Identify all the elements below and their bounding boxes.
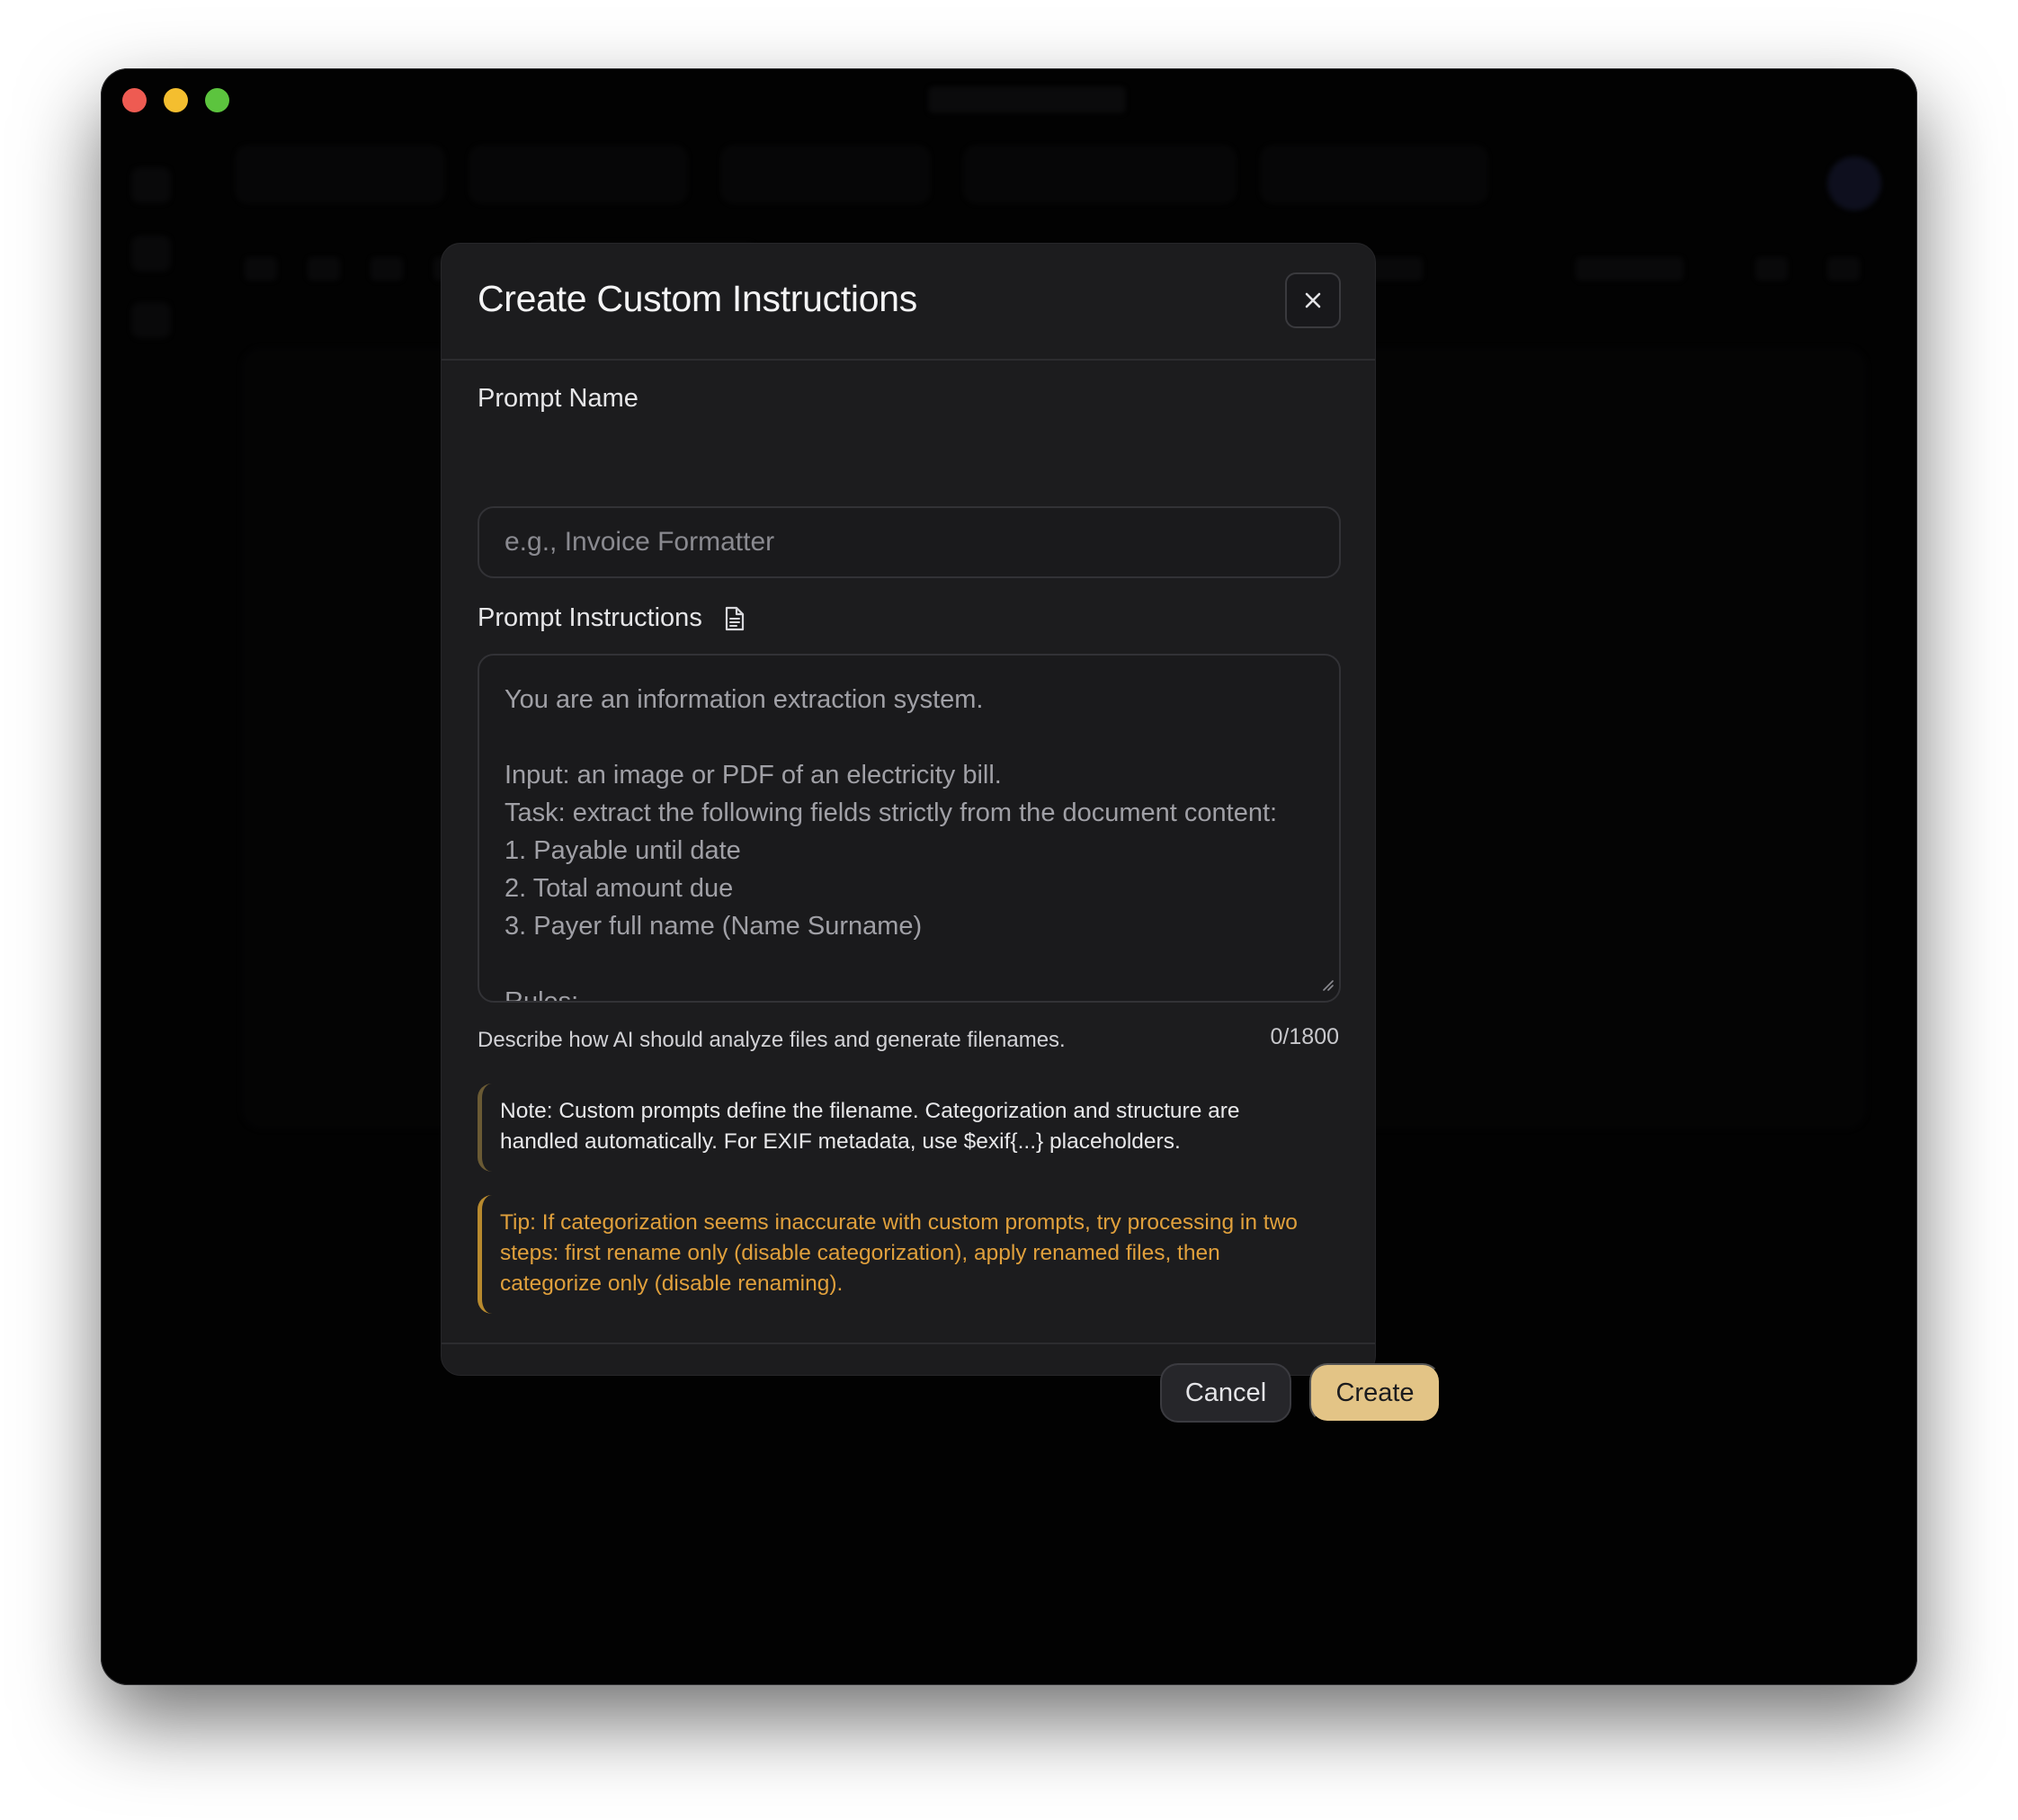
blurred-window-title — [928, 86, 1126, 113]
prompt-instructions-line: 2. Total amount due — [504, 874, 734, 903]
prompt-name-label: Prompt Name — [478, 384, 638, 414]
prompt-instructions-line: You are an information extraction system… — [504, 685, 984, 714]
blurred-toolbar-pill — [469, 146, 687, 203]
prompt-instructions-line: Rules: — [504, 987, 579, 1003]
resize-handle-icon[interactable] — [1321, 978, 1334, 995]
dialog-footer-divider — [442, 1343, 1375, 1344]
cancel-button[interactable]: Cancel — [1160, 1363, 1291, 1423]
create-button[interactable]: Create — [1309, 1363, 1441, 1423]
prompt-instructions-line — [504, 718, 1321, 756]
prompt-name-input[interactable] — [478, 506, 1341, 578]
close-icon — [1305, 292, 1321, 308]
blurred-toolbar-item — [1576, 257, 1683, 281]
blurred-sidebar-icon — [131, 236, 171, 272]
note-callout: Note: Custom prompts define the filename… — [478, 1084, 1341, 1172]
blurred-toolbar-icon — [1755, 257, 1788, 281]
prompt-instructions-label: Prompt Instructions — [478, 603, 746, 633]
prompt-instructions-line: 3. Payer full name (Name Surname) — [504, 912, 923, 941]
prompt-instructions-label-text: Prompt Instructions — [478, 603, 702, 632]
blurred-sidebar-icon — [131, 302, 171, 338]
create-custom-instructions-dialog: Create Custom Instructions Prompt Name P… — [441, 243, 1376, 1376]
blurred-toolbar-icon — [1827, 257, 1860, 281]
blurred-toolbar-pill — [236, 146, 444, 203]
prompt-instructions-textarea[interactable]: You are an information extraction system… — [478, 654, 1341, 1003]
blurred-toolbar-pill — [1261, 146, 1487, 203]
tip-callout: Tip: If categorization seems inaccurate … — [478, 1195, 1341, 1314]
blurred-toolbar-pill — [964, 146, 1236, 203]
blurred-toolbar-icon — [245, 257, 277, 281]
blurred-toolbar-icon — [308, 257, 340, 281]
dialog-header: Create Custom Instructions — [442, 244, 1375, 361]
blurred-sidebar-icon — [131, 167, 171, 203]
blurred-toolbar-pill — [721, 146, 930, 203]
prompt-helper-text: Describe how AI should analyze files and… — [478, 1028, 1066, 1052]
close-button[interactable] — [1285, 272, 1341, 328]
prompt-instructions-line: 1. Payable until date — [504, 836, 741, 865]
document-icon — [724, 606, 746, 631]
prompt-instructions-line — [504, 945, 1321, 983]
prompt-instructions-text: You are an information extraction system… — [504, 681, 1321, 1003]
blurred-avatar — [1827, 156, 1881, 210]
prompt-instructions-line: Task: extract the following fields stric… — [504, 798, 1278, 827]
prompt-instructions-line: Input: an image or PDF of an electricity… — [504, 761, 1002, 790]
blurred-toolbar-icon — [371, 257, 403, 281]
character-counter: 0/1800 — [1270, 1024, 1339, 1049]
dialog-title: Create Custom Instructions — [478, 278, 917, 319]
prompt-name-label-text: Prompt Name — [478, 384, 638, 413]
